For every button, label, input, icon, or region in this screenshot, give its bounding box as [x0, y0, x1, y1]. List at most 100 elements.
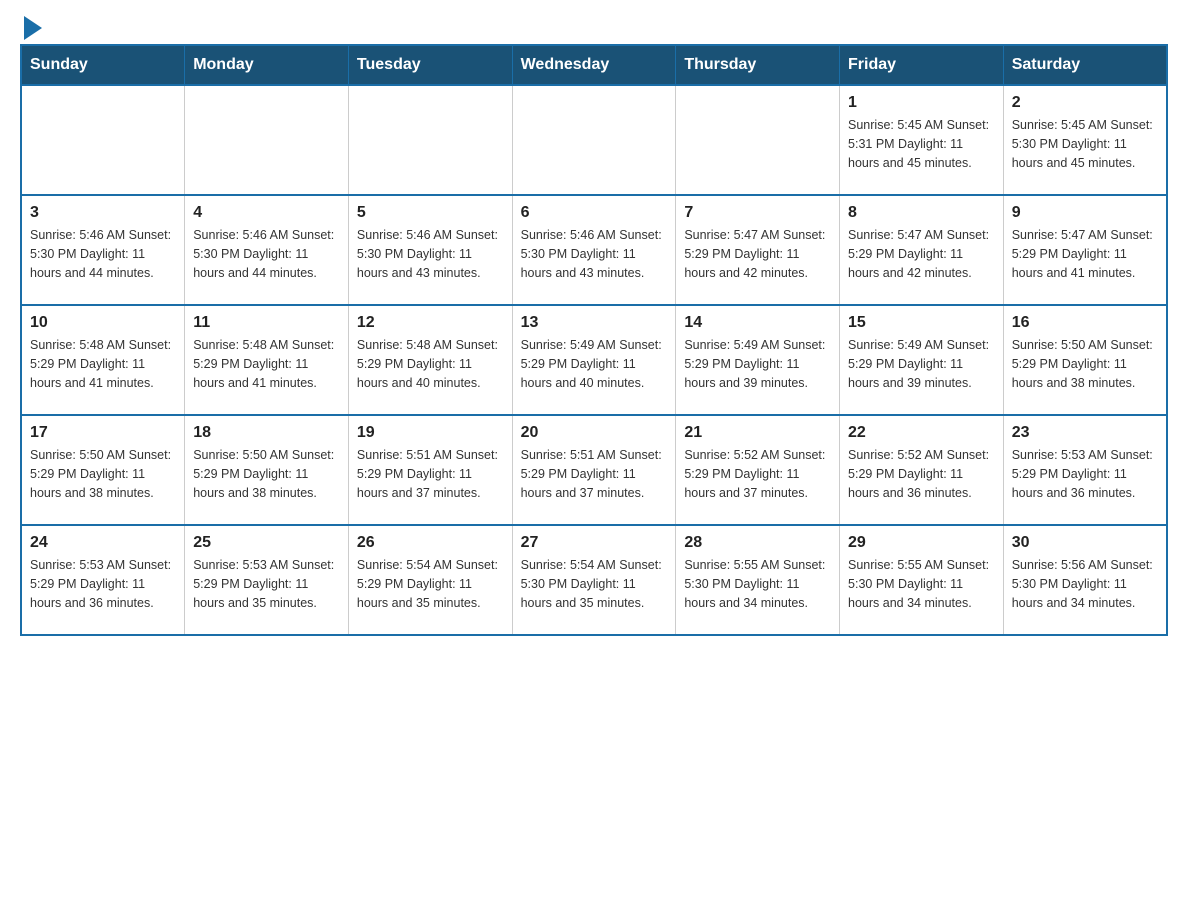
day-number: 1 [848, 94, 995, 112]
day-info: Sunrise: 5:46 AM Sunset: 5:30 PM Dayligh… [193, 226, 340, 282]
day-number: 20 [521, 424, 668, 442]
calendar-cell: 13 Sunrise: 5:49 AM Sunset: 5:29 PM Dayli… [512, 305, 676, 415]
day-info: Sunrise: 5:55 AM Sunset: 5:30 PM Dayligh… [848, 556, 995, 612]
day-number: 17 [30, 424, 176, 442]
calendar-cell: 9 Sunrise: 5:47 AM Sunset: 5:29 PM Daylig… [1003, 195, 1167, 305]
calendar-cell: 12 Sunrise: 5:48 AM Sunset: 5:29 PM Dayli… [348, 305, 512, 415]
day-number: 4 [193, 204, 340, 222]
logo-arrow-icon [24, 16, 42, 40]
calendar-cell: 28 Sunrise: 5:55 AM Sunset: 5:30 PM Dayli… [676, 525, 840, 635]
calendar-header-wednesday: Wednesday [512, 45, 676, 85]
day-info: Sunrise: 5:47 AM Sunset: 5:29 PM Dayligh… [848, 226, 995, 282]
day-number: 5 [357, 204, 504, 222]
calendar-cell [185, 85, 349, 195]
calendar-cell: 25 Sunrise: 5:53 AM Sunset: 5:29 PM Dayli… [185, 525, 349, 635]
calendar-cell: 20 Sunrise: 5:51 AM Sunset: 5:29 PM Dayli… [512, 415, 676, 525]
calendar-cell: 24Sunrise: 5:53 AM Sunset: 5:29 PM Dayli… [21, 525, 185, 635]
calendar-cell: 21 Sunrise: 5:52 AM Sunset: 5:29 PM Dayli… [676, 415, 840, 525]
day-info: Sunrise: 5:50 AM Sunset: 5:29 PM Dayligh… [1012, 336, 1158, 392]
calendar-cell: 11 Sunrise: 5:48 AM Sunset: 5:29 PM Dayli… [185, 305, 349, 415]
day-number: 8 [848, 204, 995, 222]
day-number: 26 [357, 534, 504, 552]
day-info: Sunrise: 5:49 AM Sunset: 5:29 PM Dayligh… [684, 336, 831, 392]
day-number: 30 [1012, 534, 1158, 552]
day-number: 21 [684, 424, 831, 442]
calendar-header-saturday: Saturday [1003, 45, 1167, 85]
calendar-header-row: SundayMondayTuesdayWednesdayThursdayFrid… [21, 45, 1167, 85]
day-info: Sunrise: 5:45 AM Sunset: 5:31 PM Dayligh… [848, 116, 995, 172]
calendar-cell: 18Sunrise: 5:50 AM Sunset: 5:29 PM Dayli… [185, 415, 349, 525]
calendar-cell [676, 85, 840, 195]
calendar-cell: 19Sunrise: 5:51 AM Sunset: 5:29 PM Dayli… [348, 415, 512, 525]
calendar-cell: 6Sunrise: 5:46 AM Sunset: 5:30 PM Daylig… [512, 195, 676, 305]
logo-general [20, 20, 42, 40]
calendar-header-sunday: Sunday [21, 45, 185, 85]
day-number: 16 [1012, 314, 1158, 332]
calendar-week-row: 17 Sunrise: 5:50 AM Sunset: 5:29 PM Dayli… [21, 415, 1167, 525]
day-info: Sunrise: 5:56 AM Sunset: 5:30 PM Dayligh… [1012, 556, 1158, 612]
day-info: Sunrise: 5:48 AM Sunset: 5:29 PM Dayligh… [30, 336, 176, 392]
day-info: Sunrise: 5:54 AM Sunset: 5:30 PM Dayligh… [521, 556, 668, 612]
day-info: Sunrise: 5:55 AM Sunset: 5:30 PM Dayligh… [684, 556, 831, 612]
calendar-cell: 1 Sunrise: 5:45 AM Sunset: 5:31 PM Daylig… [840, 85, 1004, 195]
calendar-header-monday: Monday [185, 45, 349, 85]
day-info: Sunrise: 5:45 AM Sunset: 5:30 PM Dayligh… [1012, 116, 1158, 172]
day-info: Sunrise: 5:46 AM Sunset: 5:30 PM Dayligh… [357, 226, 504, 282]
day-info: Sunrise: 5:53 AM Sunset: 5:29 PM Dayligh… [30, 556, 176, 612]
day-number: 11 [193, 314, 340, 332]
calendar-header-friday: Friday [840, 45, 1004, 85]
day-info: Sunrise: 5:53 AM Sunset: 5:29 PM Dayligh… [193, 556, 340, 612]
calendar-cell: 17 Sunrise: 5:50 AM Sunset: 5:29 PM Dayli… [21, 415, 185, 525]
calendar-cell: 5 Sunrise: 5:46 AM Sunset: 5:30 PM Daylig… [348, 195, 512, 305]
day-number: 19 [357, 424, 504, 442]
day-number: 10 [30, 314, 176, 332]
day-number: 2 [1012, 94, 1158, 112]
day-info: Sunrise: 5:52 AM Sunset: 5:29 PM Dayligh… [848, 446, 995, 502]
day-info: Sunrise: 5:46 AM Sunset: 5:30 PM Dayligh… [521, 226, 668, 282]
calendar-cell: 16 Sunrise: 5:50 AM Sunset: 5:29 PM Dayli… [1003, 305, 1167, 415]
calendar-cell: 14 Sunrise: 5:49 AM Sunset: 5:29 PM Dayli… [676, 305, 840, 415]
day-info: Sunrise: 5:47 AM Sunset: 5:29 PM Dayligh… [684, 226, 831, 282]
day-info: Sunrise: 5:51 AM Sunset: 5:29 PM Dayligh… [521, 446, 668, 502]
day-number: 28 [684, 534, 831, 552]
logo [20, 20, 42, 34]
day-number: 13 [521, 314, 668, 332]
day-info: Sunrise: 5:47 AM Sunset: 5:29 PM Dayligh… [1012, 226, 1158, 282]
day-number: 14 [684, 314, 831, 332]
day-number: 29 [848, 534, 995, 552]
calendar-cell [512, 85, 676, 195]
day-info: Sunrise: 5:46 AM Sunset: 5:30 PM Dayligh… [30, 226, 176, 282]
day-number: 9 [1012, 204, 1158, 222]
calendar-cell: 23 Sunrise: 5:53 AM Sunset: 5:29 PM Dayli… [1003, 415, 1167, 525]
calendar-week-row: 1 Sunrise: 5:45 AM Sunset: 5:31 PM Daylig… [21, 85, 1167, 195]
day-number: 12 [357, 314, 504, 332]
calendar-cell: 4 Sunrise: 5:46 AM Sunset: 5:30 PM Daylig… [185, 195, 349, 305]
day-number: 22 [848, 424, 995, 442]
calendar-cell: 2 Sunrise: 5:45 AM Sunset: 5:30 PM Daylig… [1003, 85, 1167, 195]
day-number: 25 [193, 534, 340, 552]
calendar-cell: 15Sunrise: 5:49 AM Sunset: 5:29 PM Dayli… [840, 305, 1004, 415]
day-info: Sunrise: 5:50 AM Sunset: 5:29 PM Dayligh… [30, 446, 176, 502]
calendar-cell: 22 Sunrise: 5:52 AM Sunset: 5:29 PM Dayli… [840, 415, 1004, 525]
calendar-header-tuesday: Tuesday [348, 45, 512, 85]
day-number: 23 [1012, 424, 1158, 442]
day-info: Sunrise: 5:54 AM Sunset: 5:29 PM Dayligh… [357, 556, 504, 612]
calendar-cell: 30 Sunrise: 5:56 AM Sunset: 5:30 PM Dayli… [1003, 525, 1167, 635]
day-info: Sunrise: 5:48 AM Sunset: 5:29 PM Dayligh… [357, 336, 504, 392]
day-number: 15 [848, 314, 995, 332]
day-info: Sunrise: 5:53 AM Sunset: 5:29 PM Dayligh… [1012, 446, 1158, 502]
calendar-table: SundayMondayTuesdayWednesdayThursdayFrid… [20, 44, 1168, 636]
page-header [20, 20, 1168, 34]
calendar-cell: 29 Sunrise: 5:55 AM Sunset: 5:30 PM Dayli… [840, 525, 1004, 635]
calendar-week-row: 24Sunrise: 5:53 AM Sunset: 5:29 PM Dayli… [21, 525, 1167, 635]
day-info: Sunrise: 5:49 AM Sunset: 5:29 PM Dayligh… [521, 336, 668, 392]
calendar-cell: 27 Sunrise: 5:54 AM Sunset: 5:30 PM Dayli… [512, 525, 676, 635]
day-number: 3 [30, 204, 176, 222]
day-info: Sunrise: 5:48 AM Sunset: 5:29 PM Dayligh… [193, 336, 340, 392]
day-number: 7 [684, 204, 831, 222]
calendar-cell [348, 85, 512, 195]
calendar-cell [21, 85, 185, 195]
calendar-week-row: 3 Sunrise: 5:46 AM Sunset: 5:30 PM Daylig… [21, 195, 1167, 305]
day-info: Sunrise: 5:52 AM Sunset: 5:29 PM Dayligh… [684, 446, 831, 502]
day-number: 27 [521, 534, 668, 552]
